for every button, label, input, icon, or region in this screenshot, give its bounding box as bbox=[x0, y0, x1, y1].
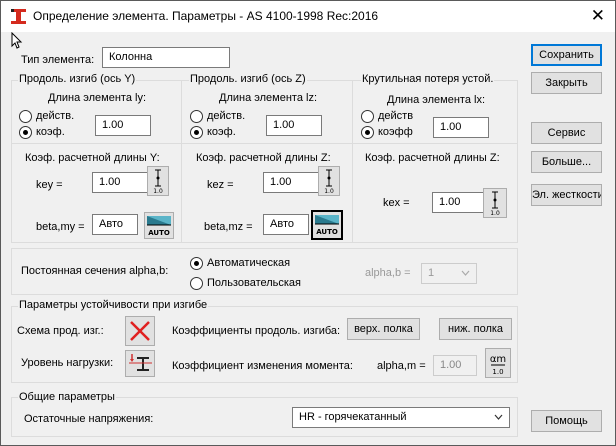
alpha-b-user-label: Пользовательская bbox=[207, 277, 302, 289]
length-z-diagram-button[interactable]: 1.0 bbox=[318, 166, 340, 196]
bending-y-title: Продоль. изгиб (ось Y) bbox=[18, 73, 137, 85]
length-z-actual-label: действ. bbox=[207, 110, 246, 122]
alpha-m-icon: αm 1.0 bbox=[490, 354, 506, 376]
load-level-button[interactable] bbox=[125, 350, 155, 377]
moment-coef-label: Коэффициент изменения момента: bbox=[172, 360, 353, 372]
chevron-down-icon bbox=[494, 414, 503, 420]
length-y-coef-radio[interactable] bbox=[19, 126, 32, 139]
red-cross-icon bbox=[130, 321, 150, 341]
beta-my-auto-button[interactable]: AUTO bbox=[144, 212, 174, 239]
window-title: Определение элемента. Параметры - AS 410… bbox=[33, 9, 379, 23]
length-diagram-icon: 1.0 bbox=[324, 169, 334, 195]
svg-text:AUTO: AUTO bbox=[148, 229, 170, 237]
coef-x-title: Коэф. расчетной длины Z: bbox=[365, 152, 500, 164]
divider bbox=[181, 80, 182, 243]
length-diagram-icon: 1.0 bbox=[490, 191, 500, 217]
length-y-label: Длина элемента ly: bbox=[48, 92, 147, 104]
kex-label: kex = bbox=[383, 197, 410, 209]
more-button[interactable]: Больше... bbox=[531, 151, 602, 173]
alpha-b-user-radio[interactable] bbox=[190, 277, 203, 290]
length-x-input[interactable]: 1.00 bbox=[433, 117, 489, 138]
length-x-label: Длина элемента lx: bbox=[387, 94, 486, 106]
beta-my-input[interactable]: Авто bbox=[92, 214, 138, 235]
alpha-b-auto-label: Автоматическая bbox=[207, 257, 291, 269]
alpha-m-button[interactable]: αm 1.0 bbox=[485, 348, 511, 378]
alpha-b-select[interactable]: 1 bbox=[421, 263, 477, 284]
residual-stress-value: HR - горячекатанный bbox=[299, 411, 407, 423]
key-label: key = bbox=[36, 179, 63, 191]
kez-label: kez = bbox=[207, 179, 234, 191]
scheme-label: Схема прод. изг.: bbox=[17, 325, 104, 337]
title-bar: Определение элемента. Параметры - AS 410… bbox=[1, 1, 615, 32]
svg-text:1.0: 1.0 bbox=[153, 188, 163, 195]
element-type-field[interactable]: Колонна bbox=[102, 47, 230, 68]
service-button[interactable]: Сервис bbox=[531, 122, 602, 144]
residual-stress-label: Остаточные напряжения: bbox=[24, 413, 154, 425]
stiffness-button[interactable]: Эл. жесткости bbox=[531, 184, 602, 206]
lower-flange-button[interactable]: ниж. полка bbox=[439, 318, 512, 340]
length-x-coef-radio[interactable] bbox=[361, 126, 374, 139]
coef-y-title: Коэф. расчетной длины Y: bbox=[25, 152, 160, 164]
coef-z-title: Коэф. расчетной длины Z: bbox=[196, 152, 331, 164]
help-button[interactable]: Помощь bbox=[531, 410, 602, 432]
divider bbox=[352, 80, 353, 243]
mouse-cursor-icon bbox=[11, 32, 23, 49]
length-y-actual-label: действ. bbox=[36, 110, 75, 122]
lateral-stability-title: Параметры устойчивости при изгибе bbox=[18, 299, 209, 311]
ibeam-load-icon bbox=[129, 354, 152, 371]
close-button[interactable]: Закрыть bbox=[531, 72, 602, 94]
alpha-b-auto-radio[interactable] bbox=[190, 257, 203, 270]
alpha-b-value-label: alpha,b = bbox=[365, 267, 411, 279]
app-logo-icon bbox=[11, 9, 26, 24]
alpha-m-label: alpha,m = bbox=[377, 360, 426, 372]
beta-mz-input[interactable]: Авто bbox=[263, 214, 309, 235]
upper-flange-button[interactable]: верх. полка bbox=[347, 318, 420, 340]
buckling-coef-label: Коэффициенты продоль. изгиба: bbox=[172, 325, 341, 337]
svg-text:1.0: 1.0 bbox=[324, 188, 334, 195]
length-x-diagram-button[interactable]: 1.0 bbox=[483, 188, 507, 218]
auto-moment-icon: AUTO bbox=[315, 215, 339, 236]
length-y-diagram-button[interactable]: 1.0 bbox=[147, 166, 169, 196]
torsional-title: Крутильная потеря устой. bbox=[361, 73, 495, 85]
kex-input[interactable]: 1.00 bbox=[432, 192, 488, 213]
length-y-input[interactable]: 1.00 bbox=[95, 115, 151, 136]
close-window-icon[interactable]: ✕ bbox=[591, 6, 605, 26]
beta-my-label: beta,my = bbox=[36, 221, 85, 233]
alpha-b-label: Постоянная сечения alpha,b: bbox=[21, 265, 169, 277]
length-z-actual-radio[interactable] bbox=[190, 110, 203, 123]
svg-text:AUTO: AUTO bbox=[316, 228, 338, 236]
alpha-m-input[interactable]: 1.00 bbox=[433, 355, 477, 376]
length-diagram-icon: 1.0 bbox=[153, 169, 163, 195]
length-x-actual-radio[interactable] bbox=[361, 110, 374, 123]
length-z-coef-label: коэф. bbox=[207, 126, 236, 138]
svg-text:αm: αm bbox=[490, 354, 506, 365]
auto-moment-icon: AUTO bbox=[147, 216, 171, 237]
residual-stress-select[interactable]: HR - горячекатанный bbox=[292, 407, 510, 428]
general-title: Общие параметры bbox=[18, 391, 116, 403]
scheme-button[interactable] bbox=[125, 316, 155, 346]
length-z-label: Длина элемента lz: bbox=[219, 92, 318, 104]
bending-z-title: Продоль. изгиб (ось Z) bbox=[189, 73, 307, 85]
length-x-coef-label: коэфф bbox=[378, 126, 413, 138]
length-x-actual-label: действ bbox=[378, 110, 414, 122]
save-button[interactable]: Сохранить bbox=[531, 44, 602, 66]
kez-input[interactable]: 1.00 bbox=[263, 172, 319, 193]
dialog-window: Определение элемента. Параметры - AS 410… bbox=[0, 0, 616, 446]
length-y-actual-radio[interactable] bbox=[19, 110, 32, 123]
chevron-down-icon bbox=[461, 270, 470, 276]
beta-mz-label: beta,mz = bbox=[204, 221, 253, 233]
element-type-label: Тип элемента: bbox=[21, 54, 95, 66]
divider bbox=[11, 143, 518, 144]
svg-text:1.0: 1.0 bbox=[492, 368, 503, 376]
key-input[interactable]: 1.00 bbox=[92, 172, 148, 193]
svg-text:1.0: 1.0 bbox=[490, 210, 500, 217]
length-z-input[interactable]: 1.00 bbox=[266, 115, 322, 136]
length-z-coef-radio[interactable] bbox=[190, 126, 203, 139]
load-level-label: Уровень нагрузки: bbox=[21, 357, 114, 369]
alpha-b-value: 1 bbox=[428, 267, 435, 279]
length-y-coef-label: коэф. bbox=[36, 126, 65, 138]
beta-mz-auto-button[interactable]: AUTO bbox=[311, 210, 343, 240]
